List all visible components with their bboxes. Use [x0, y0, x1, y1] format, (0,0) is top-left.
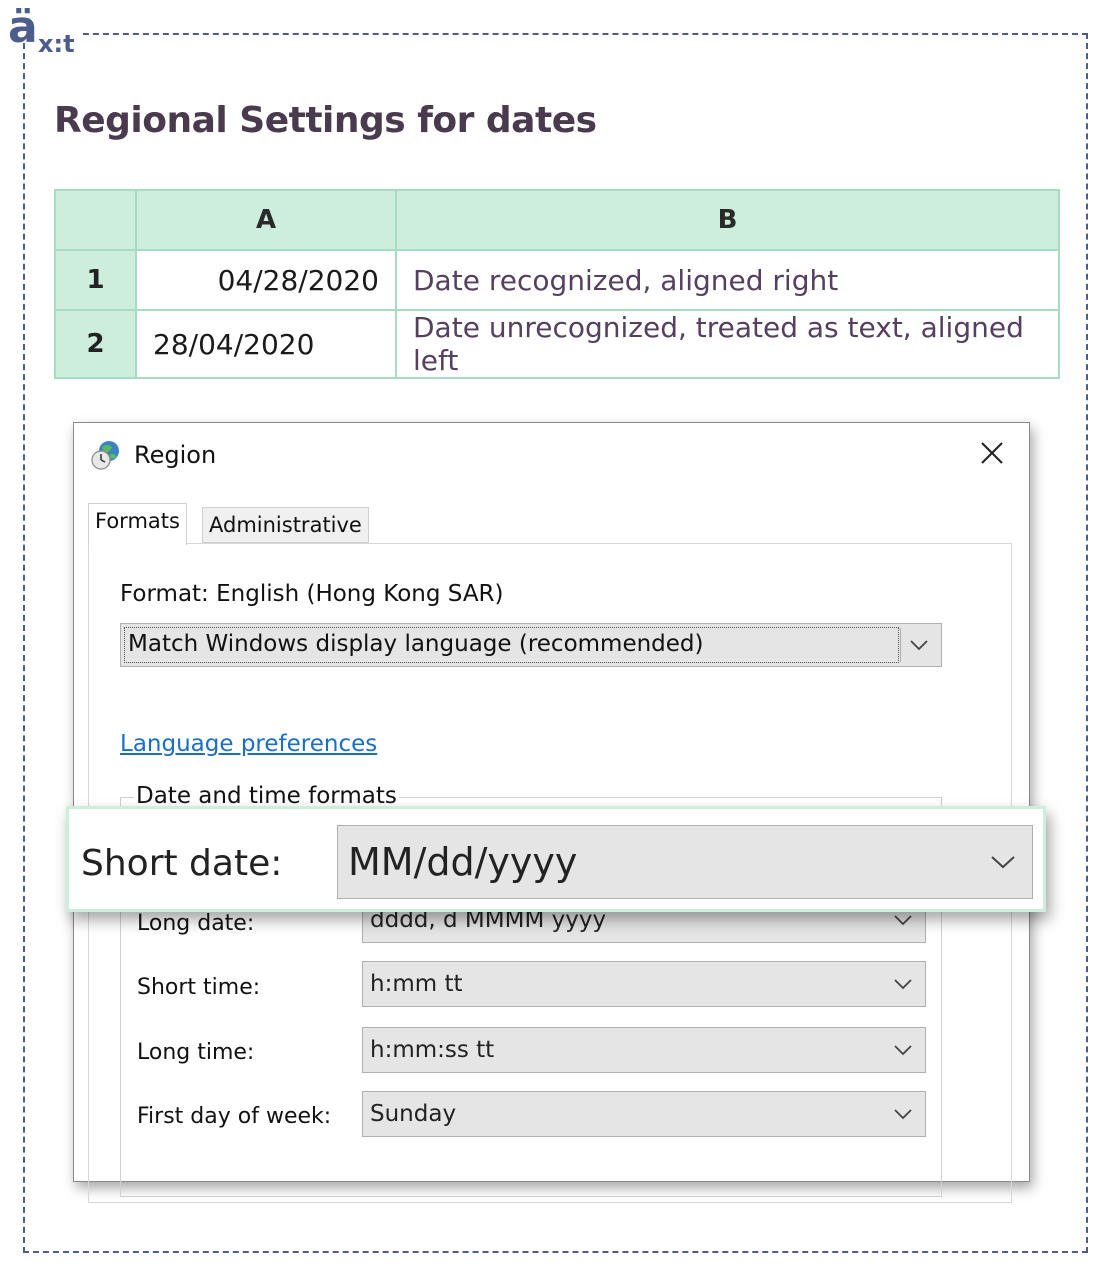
chevron-down-icon — [894, 979, 912, 990]
column-header-b[interactable]: B — [395, 189, 1060, 251]
short-date-label: Short date: — [81, 843, 283, 884]
first-day-value: Sunday — [370, 1101, 457, 1127]
cell-b1[interactable]: Date recognized, aligned right — [395, 249, 1060, 311]
dialog-title: Region — [134, 441, 217, 469]
chevron-down-icon — [894, 915, 912, 926]
chevron-down-icon — [910, 640, 928, 651]
format-label: Format: English (Hong Kong SAR) — [120, 581, 504, 607]
axt-logo: ä x:t — [8, 2, 75, 59]
header-row: A B — [54, 189, 1060, 251]
cell-a1[interactable]: 04/28/2020 — [135, 249, 397, 311]
row-header[interactable]: 1 — [54, 249, 137, 311]
globe-clock-icon — [91, 441, 119, 470]
region-dialog: Region Formats Administrative Format: En… — [73, 422, 1030, 1203]
chevron-down-icon — [991, 856, 1015, 869]
first-day-select[interactable]: Sunday — [362, 1091, 926, 1137]
row-header[interactable]: 2 — [54, 309, 137, 379]
chevron-down-icon — [894, 1109, 912, 1120]
cell-b2[interactable]: Date unrecognized, treated as text, alig… — [395, 309, 1060, 379]
page-title: Regional Settings for dates — [54, 100, 597, 141]
long-time-select[interactable]: h:mm:ss tt — [362, 1027, 926, 1073]
tab-administrative[interactable]: Administrative — [202, 507, 369, 543]
long-date-label: Long date: — [137, 911, 255, 936]
close-icon[interactable] — [980, 441, 1004, 465]
short-time-label: Short time: — [137, 975, 261, 1000]
short-date-select[interactable]: MM/dd/yyyy — [337, 825, 1033, 899]
long-time-value: h:mm:ss tt — [370, 1037, 495, 1063]
column-header-a[interactable]: A — [135, 189, 397, 251]
short-time-select[interactable]: h:mm tt — [362, 961, 926, 1007]
corner-cell[interactable] — [54, 189, 137, 251]
format-select-value: Match Windows display language (recommen… — [128, 631, 704, 657]
table-row: 2 28/04/2020 Date unrecognized, treated … — [54, 309, 1060, 379]
tab-formats[interactable]: Formats — [88, 503, 187, 545]
short-date-value: MM/dd/yyyy — [348, 840, 578, 884]
short-time-value: h:mm tt — [370, 971, 463, 997]
format-select[interactable]: Match Windows display language (recommen… — [120, 623, 942, 667]
language-preferences-link[interactable]: Language preferences — [120, 731, 377, 757]
first-day-label: First day of week: — [137, 1104, 332, 1129]
chevron-down-icon — [894, 1045, 912, 1056]
short-date-callout: Short date: MM/dd/yyyy — [66, 806, 1046, 912]
cell-a2[interactable]: 28/04/2020 — [135, 309, 397, 379]
table-row: 1 04/28/2020 Date recognized, aligned ri… — [54, 249, 1060, 311]
long-time-label: Long time: — [137, 1040, 255, 1065]
spreadsheet-table: A B 1 04/28/2020 Date recognized, aligne… — [54, 189, 1060, 379]
